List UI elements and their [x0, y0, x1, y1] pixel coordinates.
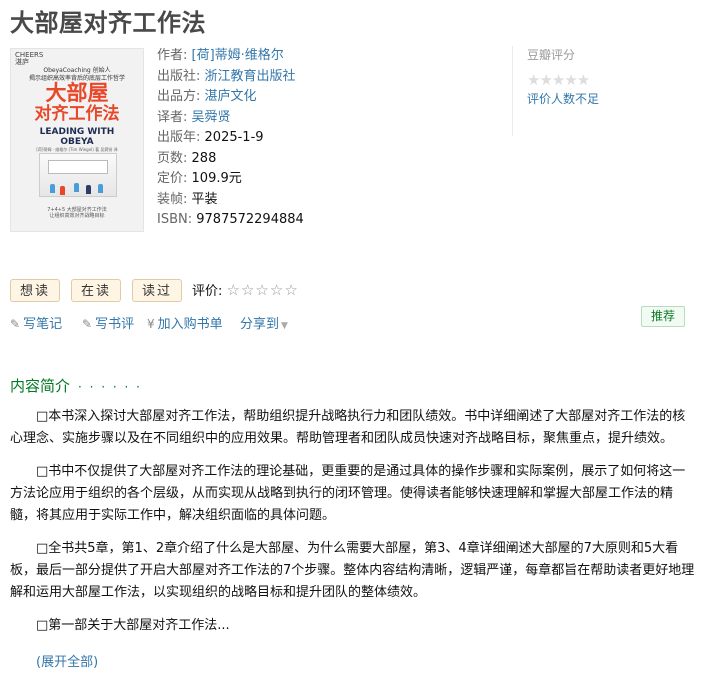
info-producer: 出品方: 湛庐文化 — [157, 89, 257, 104]
publisher-logo: CHEERS 湛庐 — [15, 51, 44, 66]
want-read-button[interactable]: 想读 — [10, 279, 61, 302]
intro-paragraph: □书中不仅提供了大部屋对齐工作法的理论基础，更重要的是通过具体的操作步骤和实际案… — [10, 464, 686, 523]
cover-english-title: LEADING WITH OBEYA — [39, 127, 115, 147]
book-info: 作者: [荷]蒂姆·维格尔 出版社: 浙江教育出版社 出品方: 湛庐文化 译者:… — [157, 46, 304, 231]
intro-paragraph: □本书深入探讨大部屋对齐工作法，帮助组织提升战略执行力和团队绩效。书中详细阐述了… — [10, 409, 686, 446]
cover-bottom-note: 7+4+5 大部屋对齐工作法 让组织高效对齐战略目标 — [47, 207, 107, 219]
pages-value: 288 — [191, 150, 217, 166]
douban-rating-panel: 豆瓣评分 ★★★★★ 评价人数不足 — [512, 46, 622, 136]
price-value: 109.9元 — [191, 171, 242, 186]
info-isbn: ISBN: 9787572294884 — [157, 212, 304, 227]
recommend-button[interactable]: 推荐 — [641, 306, 685, 327]
heading-dots: · · · · · · — [78, 380, 142, 394]
write-review-action[interactable]: ✎ 写书评 — [82, 313, 134, 332]
translator-link[interactable]: 吴舜贤 — [192, 110, 231, 125]
author-link[interactable]: [荷]蒂姆·维格尔 — [192, 48, 284, 63]
intro-paragraph: □第一部关于大部屋对齐工作法... — [36, 618, 230, 633]
info-publisher: 出版社: 浙江教育出版社 — [157, 68, 296, 84]
reading-button[interactable]: 在读 — [71, 279, 122, 302]
pencil-icon: ✎ — [10, 317, 21, 331]
rating-label: 豆瓣评分 — [527, 48, 576, 62]
cover-title-line1: 大部屋 — [45, 81, 109, 105]
my-rating-label: 评价: — [192, 284, 223, 299]
rating-insufficient-link[interactable]: 评价人数不足 — [527, 90, 622, 107]
my-rating-stars-icon[interactable]: ☆☆☆☆☆ — [227, 281, 299, 299]
rating-stars-icon: ★★★★★ — [527, 71, 590, 89]
cover-room-illustration — [39, 153, 117, 197]
expand-all-link[interactable]: (展开全部) — [36, 651, 98, 670]
info-price: 定价: 109.9元 — [157, 171, 242, 186]
binding-value: 平装 — [191, 191, 218, 207]
producer-link[interactable]: 湛庐文化 — [205, 89, 257, 104]
read-button[interactable]: 读过 — [132, 279, 183, 302]
yen-icon: ¥ — [147, 317, 155, 331]
write-note-action[interactable]: ✎ 写笔记 — [10, 313, 62, 332]
isbn-value: 9787572294884 — [196, 212, 304, 227]
publisher-link[interactable]: 浙江教育出版社 — [205, 69, 296, 84]
info-pages: 页数: 288 — [157, 150, 217, 166]
info-author: 作者: [荷]蒂姆·维格尔 — [157, 48, 284, 63]
pencil-icon: ✎ — [82, 317, 93, 331]
intro-content: □本书深入探讨大部屋对齐工作法，帮助组织提升战略执行力和团队绩效。书中详细阐述了… — [10, 406, 695, 648]
book-title: 大部屋对齐工作法 — [10, 9, 206, 37]
chevron-down-icon: ▼ — [281, 321, 288, 331]
intro-heading: 内容简介 · · · · · · — [10, 377, 142, 395]
info-binding: 装帧: 平装 — [157, 191, 218, 207]
pub-year-value: 2025-1-9 — [204, 130, 264, 145]
my-rating: 评价: ☆☆☆☆☆ — [192, 280, 299, 299]
info-translator: 译者: 吴舜贤 — [157, 109, 231, 125]
book-cover[interactable]: CHEERS 湛庐 ObeyaCoaching 创始人 揭示组织高效率背后的底层… — [10, 48, 144, 232]
add-to-cart-action[interactable]: ¥ 加入购书单 — [147, 313, 223, 332]
share-action[interactable]: 分享到 ▼ — [240, 313, 288, 332]
intro-paragraph: □全书共5章，第1、2章介绍了什么是大部屋、为什么需要大部屋，第3、4章详细阐述… — [10, 541, 695, 600]
info-pub-year: 出版年: 2025-1-9 — [157, 130, 264, 145]
cover-title-line2: 对齐工作法 — [34, 104, 120, 124]
